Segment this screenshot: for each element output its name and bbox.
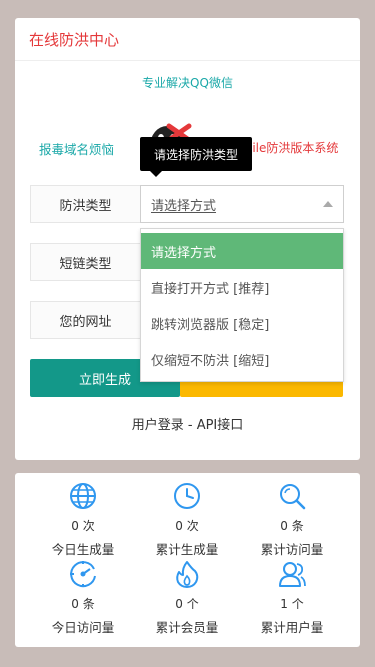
stat-label: 累计用户量 xyxy=(260,620,324,635)
short-link-label: 短链类型 xyxy=(30,243,140,281)
dial-icon xyxy=(70,561,96,588)
tooltip: 请选择防洪类型 xyxy=(140,137,252,177)
api-link[interactable]: API接口 xyxy=(197,418,244,433)
login-link[interactable]: 用户登录 xyxy=(132,418,184,433)
stat-today-generated: 0 次 今日生成量 xyxy=(33,481,133,558)
flame-icon xyxy=(176,561,199,588)
globe-icon xyxy=(70,483,96,509)
footer-links: 用户登录 - API接口 xyxy=(0,414,375,433)
stat-value: 0 个 xyxy=(175,597,199,611)
users-icon xyxy=(279,562,306,587)
link-separator: - xyxy=(183,418,197,433)
stat-label: 累计会员量 xyxy=(155,620,219,635)
stat-value: 0 次 xyxy=(71,519,95,533)
dropdown-option[interactable]: 仅缩短不防洪 [缩短] xyxy=(141,341,343,377)
stat-value: 0 条 xyxy=(280,519,304,533)
caret-up-icon xyxy=(323,201,333,207)
type-dropdown: 请选择方式 直接打开方式 [推荐] 跳转浏览器版 [稳定] 仅缩短不防洪 [缩短… xyxy=(140,228,344,382)
promo-left-text: 报毒域名烦恼 xyxy=(39,142,115,157)
search-icon xyxy=(280,484,306,510)
stat-total-users: 1 个 累计用户量 xyxy=(242,559,342,636)
dropdown-option[interactable]: 直接打开方式 [推荐] xyxy=(141,269,343,305)
stat-label: 今日生成量 xyxy=(51,542,115,557)
stat-value: 0 次 xyxy=(175,519,199,533)
page-title: 在线防洪中心 xyxy=(29,30,120,49)
stat-label: 累计访问量 xyxy=(260,542,324,557)
stat-total-members: 0 个 累计会员量 xyxy=(137,559,237,636)
type-label: 防洪类型 xyxy=(30,185,140,223)
stat-today-visits: 0 条 今日访问量 xyxy=(33,559,133,636)
tooltip-text: 请选择防洪类型 xyxy=(153,147,238,162)
stats-card: 0 次 今日生成量 0 次 累计生成量 0 条 累计访问量 0 条 今日访问量 xyxy=(15,473,360,647)
stat-label: 累计生成量 xyxy=(155,542,219,557)
promo-subtitle: 专业解决QQ微信 xyxy=(142,76,233,90)
stat-label: 今日访问量 xyxy=(51,620,115,635)
stat-total-generated: 0 次 累计生成量 xyxy=(137,481,237,558)
type-select[interactable]: 请选择方式 xyxy=(140,185,344,223)
url-label: 您的网址 xyxy=(30,301,140,339)
dropdown-option[interactable]: 跳转浏览器版 [稳定] xyxy=(141,305,343,341)
type-select-value: 请选择方式 xyxy=(151,198,217,214)
stat-total-visits: 0 条 累计访问量 xyxy=(242,481,342,558)
stat-value: 0 条 xyxy=(71,597,95,611)
stat-value: 1 个 xyxy=(280,597,304,611)
clock-icon xyxy=(174,483,200,509)
card-title: 在线防洪中心 xyxy=(15,18,360,61)
dropdown-option[interactable]: 请选择方式 xyxy=(141,233,343,269)
